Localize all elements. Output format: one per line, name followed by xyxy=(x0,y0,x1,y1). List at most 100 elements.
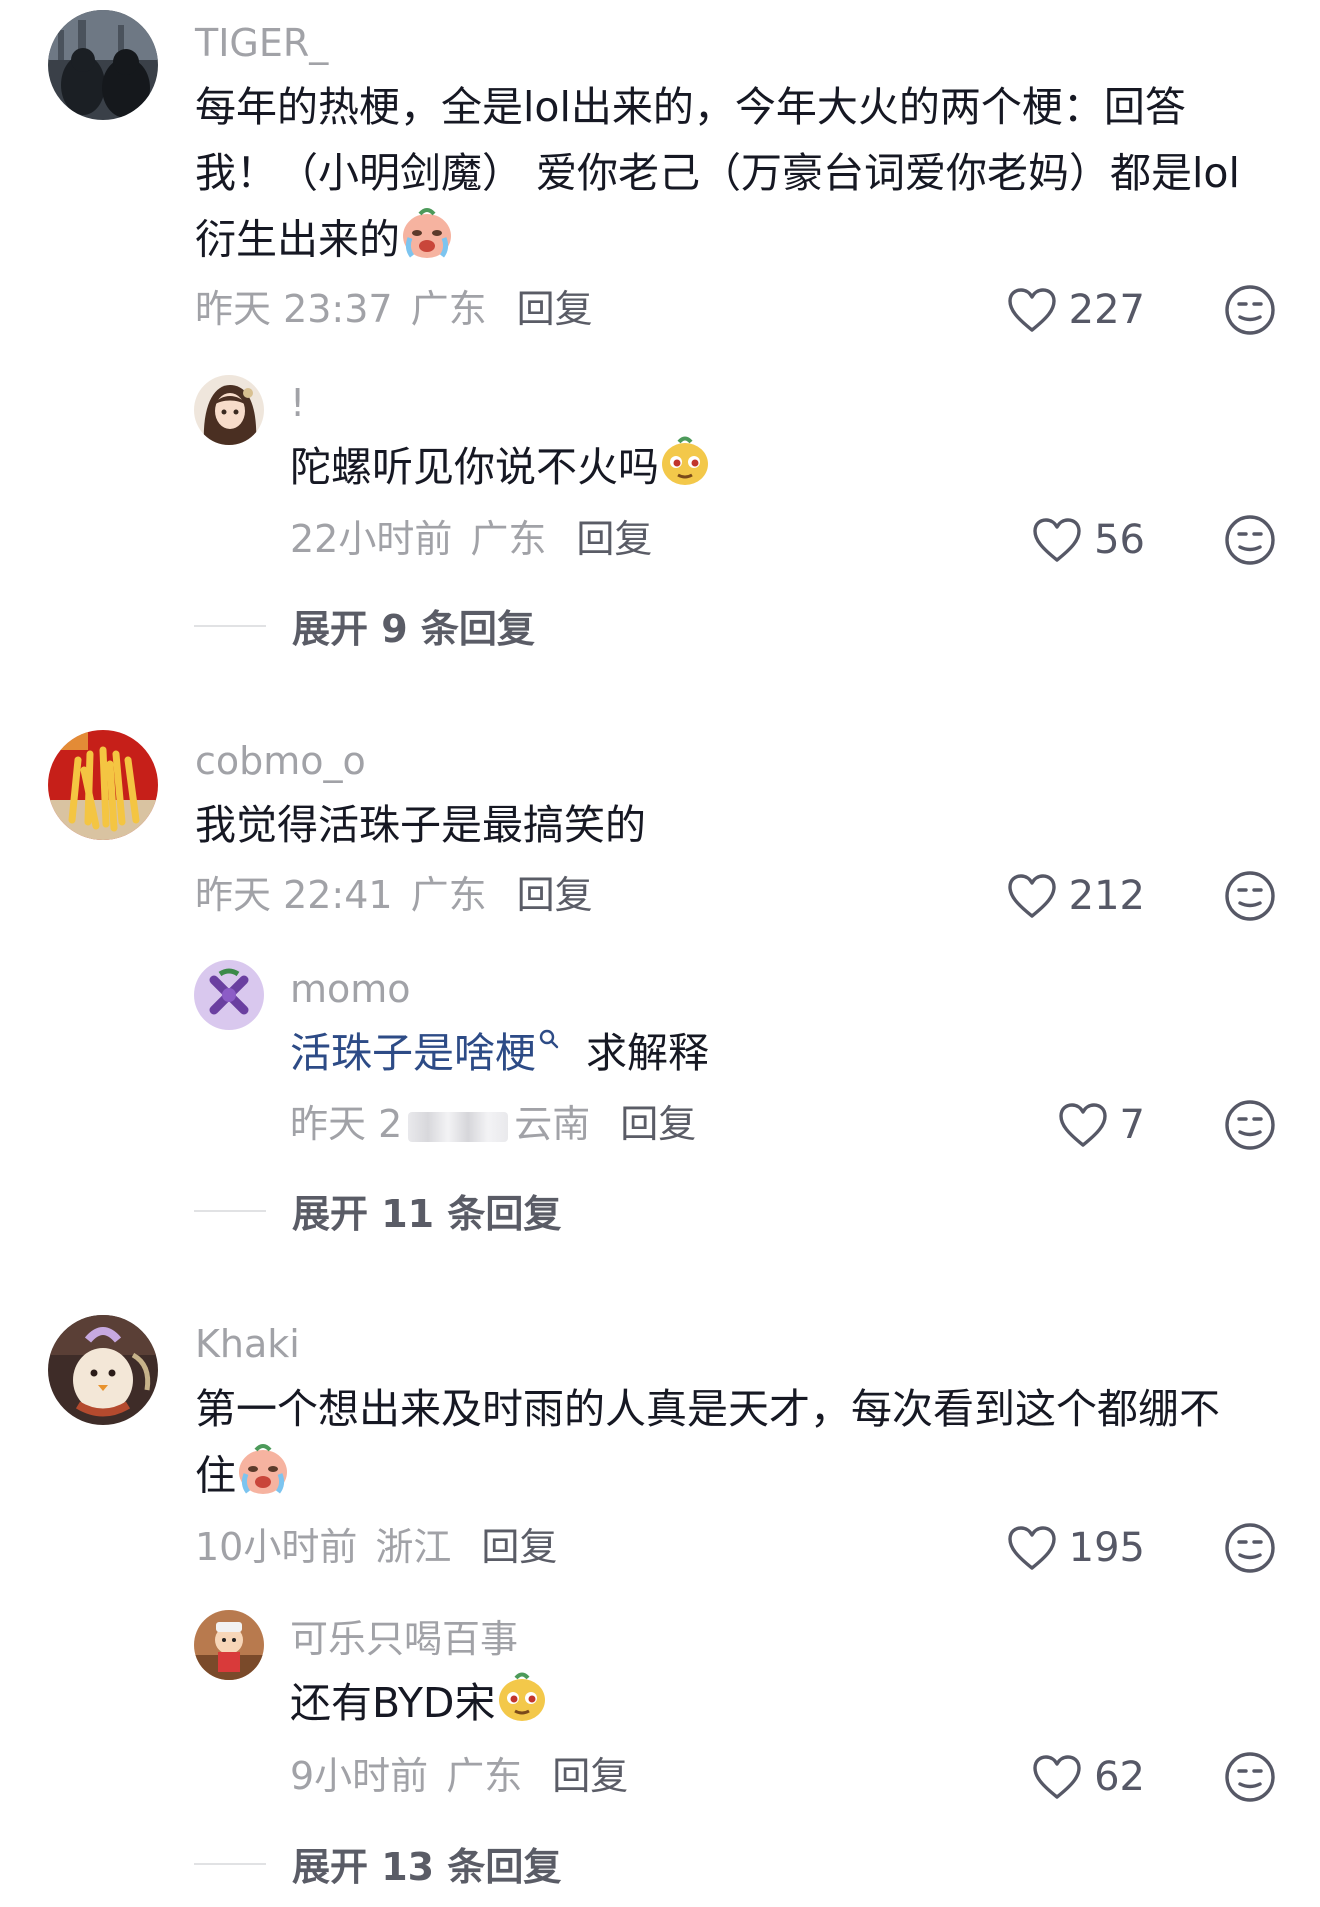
reply-text-segment: 还有BYD宋 xyxy=(290,1679,496,1727)
blurred-time xyxy=(408,1111,509,1142)
dislike-button[interactable] xyxy=(1224,284,1276,336)
reply-meta: 9小时前 广东 回复 xyxy=(290,1757,628,1795)
reply-text-segment: 求解释 xyxy=(586,1029,709,1077)
reply-time: 昨天 2 xyxy=(290,1102,403,1146)
meh-face-icon xyxy=(1225,1523,1275,1573)
divider xyxy=(194,1209,266,1212)
like-count: 212 xyxy=(1068,873,1145,919)
reply-region: 云南 xyxy=(514,1102,591,1146)
crying-emoji-icon xyxy=(400,206,454,279)
reply-region: 广东 xyxy=(470,517,547,561)
comment-region: 浙江 xyxy=(375,1525,452,1569)
comment-meta: 昨天 22:41 广东 回复 xyxy=(195,876,593,914)
reply-text-segment: 陀螺听见你说不火吗 xyxy=(290,443,659,491)
like-button[interactable]: 227 xyxy=(1007,284,1145,336)
comment-region: 广东 xyxy=(410,873,487,917)
expand-label: 展开 9 条回复 xyxy=(292,607,535,651)
reply-time: 9小时前 xyxy=(290,1754,429,1798)
comment-text-line: 我觉得活珠子是最搞笑的 xyxy=(195,801,646,849)
reply-username[interactable]: momo xyxy=(290,970,411,1008)
comment-text-segment: 住 xyxy=(195,1451,236,1500)
reply-text: 活珠子是啥梗 求解释 xyxy=(290,1020,709,1086)
like-button[interactable]: 195 xyxy=(1007,1522,1145,1574)
heart-icon xyxy=(1058,1103,1107,1147)
comment-text: 我觉得活珠子是最搞笑的 xyxy=(195,792,646,858)
comment-text-line: 第一个想出来及时雨的人真是天才，每次看到这个都绷不 xyxy=(195,1385,1220,1433)
like-count: 62 xyxy=(1094,1754,1145,1800)
like-button[interactable]: 212 xyxy=(1007,870,1145,922)
comment-username[interactable]: Khaki xyxy=(195,1325,300,1363)
search-link-label: 活珠子是啥梗 xyxy=(290,1029,536,1077)
meh-face-icon xyxy=(1225,515,1275,565)
comment-time: 昨天 22:41 xyxy=(195,873,393,917)
reply-region: 广东 xyxy=(446,1754,523,1798)
heart-icon xyxy=(1007,874,1056,918)
dislike-button[interactable] xyxy=(1224,870,1276,922)
avatar[interactable] xyxy=(48,1315,158,1425)
divider xyxy=(194,624,266,627)
reply-meta: 22小时前 广东 回复 xyxy=(290,520,652,558)
reply-button[interactable]: 回复 xyxy=(552,1754,628,1798)
divider xyxy=(194,1862,266,1865)
dislike-button[interactable] xyxy=(1224,514,1276,566)
like-button[interactable]: 62 xyxy=(1032,1751,1145,1803)
smug-emoji-icon xyxy=(659,435,711,506)
expand-replies-button[interactable]: 展开 13 条回复 xyxy=(194,1836,561,1891)
comment-text: 第一个想出来及时雨的人真是天才，每次看到这个都绷不 住 xyxy=(195,1376,1275,1515)
comment-text-line: 我！（小明剑魔） 爱你老己（万豪台词爱你老妈）都是lol xyxy=(195,149,1240,197)
search-link[interactable]: 活珠子是啥梗 xyxy=(290,1029,560,1077)
expand-replies-button[interactable]: 展开 9 条回复 xyxy=(194,598,535,653)
meh-face-icon xyxy=(1225,285,1275,335)
reply-avatar[interactable] xyxy=(194,960,264,1030)
heart-icon xyxy=(1007,1526,1056,1570)
heart-icon xyxy=(1007,288,1056,332)
comment-username[interactable]: cobmo_o xyxy=(195,742,366,780)
like-count: 7 xyxy=(1119,1102,1145,1148)
expand-label: 展开 13 条回复 xyxy=(292,1845,562,1889)
expand-label: 展开 11 条回复 xyxy=(292,1192,562,1236)
reply-meta: 昨天 2 云南 回复 xyxy=(290,1105,696,1143)
comment-text-segment: 衍生出来的 xyxy=(195,215,400,264)
reply-button[interactable]: 回复 xyxy=(620,1102,696,1146)
smug-emoji-icon xyxy=(496,1671,548,1742)
comment-meta: 昨天 23:37 广东 回复 xyxy=(195,290,593,328)
heart-icon xyxy=(1033,1755,1081,1799)
comment-meta: 10小时前 浙江 回复 xyxy=(195,1528,557,1566)
comment-username[interactable]: TIGER_ xyxy=(195,24,328,62)
reply-text: 还有BYD宋 xyxy=(290,1670,548,1742)
dislike-button[interactable] xyxy=(1224,1099,1276,1151)
meh-face-icon xyxy=(1225,1752,1275,1802)
expand-replies-button[interactable]: 展开 11 条回复 xyxy=(194,1183,561,1238)
meh-face-icon xyxy=(1225,871,1275,921)
like-count: 56 xyxy=(1094,517,1145,563)
reply-username[interactable]: 可乐只喝百事 xyxy=(290,1620,518,1658)
heart-icon xyxy=(1033,518,1081,562)
meh-face-icon xyxy=(1225,1100,1275,1150)
comment-time: 昨天 23:37 xyxy=(195,287,393,331)
comment-region: 广东 xyxy=(410,287,487,331)
like-count: 195 xyxy=(1068,1525,1145,1571)
avatar[interactable] xyxy=(48,730,158,840)
like-count: 227 xyxy=(1068,287,1145,333)
comment-text-line: 每年的热梗，全是lol出来的，今年大火的两个梗：回答 xyxy=(195,83,1186,131)
reply-time: 22小时前 xyxy=(290,517,453,561)
search-icon xyxy=(539,1029,559,1049)
reply-button[interactable]: 回复 xyxy=(576,517,652,561)
reply-button[interactable]: 回复 xyxy=(517,287,593,331)
like-button[interactable]: 56 xyxy=(1032,514,1145,566)
avatar[interactable] xyxy=(48,10,158,120)
reply-button[interactable]: 回复 xyxy=(517,873,593,917)
comment-text-line: 住 xyxy=(195,1442,1275,1515)
dislike-button[interactable] xyxy=(1224,1751,1276,1803)
reply-username[interactable]: ! xyxy=(290,384,305,422)
like-button[interactable]: 7 xyxy=(1058,1099,1145,1151)
reply-avatar[interactable] xyxy=(194,375,264,445)
comment-text: 每年的热梗，全是lol出来的，今年大火的两个梗：回答 我！（小明剑魔） 爱你老己… xyxy=(195,74,1275,279)
reply-text: 陀螺听见你说不火吗 xyxy=(290,434,711,506)
reply-button[interactable]: 回复 xyxy=(481,1525,557,1569)
reply-avatar[interactable] xyxy=(194,1610,264,1680)
comment-text-line: 衍生出来的 xyxy=(195,206,1275,279)
dislike-button[interactable] xyxy=(1224,1522,1276,1574)
comment-time: 10小时前 xyxy=(195,1525,358,1569)
crying-emoji-icon xyxy=(236,1442,290,1515)
